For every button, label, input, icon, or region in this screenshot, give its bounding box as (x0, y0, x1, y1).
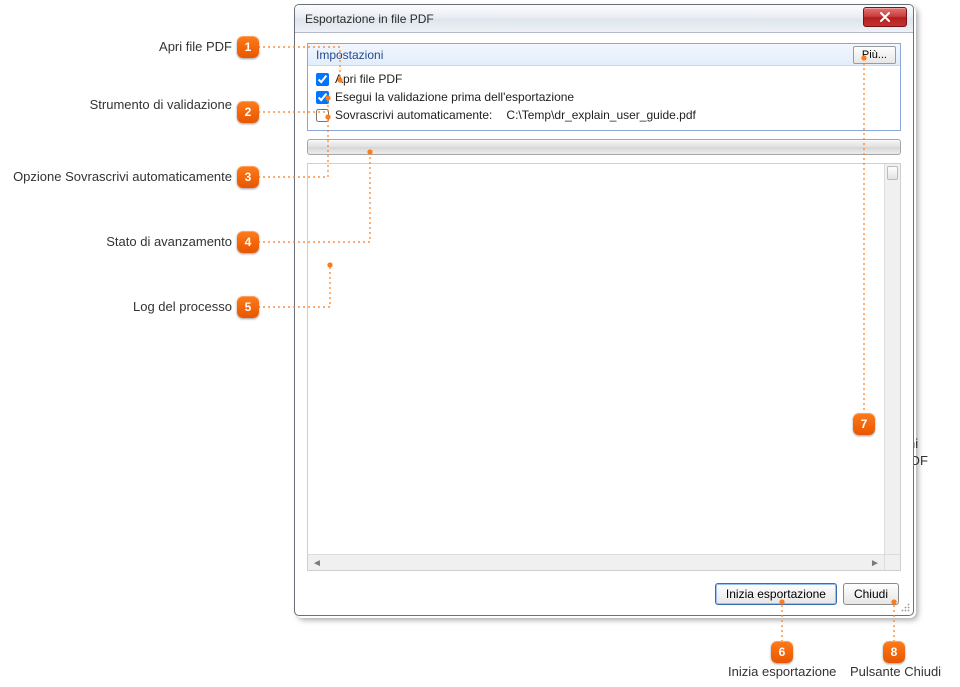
callout-marker-3: 3 (237, 166, 259, 188)
callout-label-1: Apri file PDF (12, 39, 232, 56)
window-close-button[interactable] (863, 7, 907, 27)
callout-marker-6: 6 (771, 641, 793, 663)
more-options-button[interactable]: Più... (853, 46, 896, 64)
overwrite-label: Sovrascrivi automaticamente: (335, 108, 492, 122)
callout-label-6: Inizia esportazione (728, 664, 836, 681)
callout-label-4: Stato di avanzamento (12, 234, 232, 251)
validate-label: Esegui la validazione prima dell'esporta… (335, 90, 574, 104)
validate-checkbox[interactable] (316, 91, 329, 104)
validate-row[interactable]: Esegui la validazione prima dell'esporta… (316, 88, 892, 106)
callout-marker-1: 1 (237, 36, 259, 58)
scroll-left-icon[interactable]: ◄ (310, 557, 324, 569)
callout-label-2: Strumento di validazione (12, 97, 232, 114)
titlebar[interactable]: Esportazione in file PDF (295, 5, 913, 33)
close-button[interactable]: Chiudi (843, 583, 899, 605)
settings-header: Impostazioni Più... (308, 44, 900, 66)
callout-label-3: Opzione Sovrascrivi automaticamente (12, 169, 232, 186)
callout-label-5: Log del processo (12, 299, 232, 316)
callout-marker-7: 7 (853, 413, 875, 435)
settings-title: Impostazioni (316, 48, 383, 62)
start-export-button[interactable]: Inizia esportazione (715, 583, 837, 605)
callout-marker-2: 2 (237, 101, 259, 123)
callout-label-8: Pulsante Chiudi (850, 664, 941, 681)
overwrite-path: C:\Temp\dr_explain_user_guide.pdf (506, 108, 695, 122)
settings-panel: Impostazioni Più... Apri file PDF Esegui… (307, 43, 901, 131)
scroll-up-button[interactable] (887, 166, 898, 180)
dialog-title: Esportazione in file PDF (305, 12, 434, 26)
log-area[interactable]: ◄ ► (307, 163, 901, 571)
log-vertical-scrollbar[interactable] (884, 164, 900, 554)
settings-body: Apri file PDF Esegui la validazione prim… (308, 66, 900, 130)
open-pdf-checkbox[interactable] (316, 73, 329, 86)
scroll-right-icon[interactable]: ► (868, 557, 882, 569)
log-horizontal-scrollbar[interactable]: ◄ ► (308, 554, 884, 570)
overwrite-row[interactable]: Sovrascrivi automaticamente: C:\Temp\dr_… (316, 106, 892, 124)
progress-bar (307, 139, 901, 155)
open-pdf-row[interactable]: Apri file PDF (316, 70, 892, 88)
callout-marker-4: 4 (237, 231, 259, 253)
dialog-body: Impostazioni Più... Apri file PDF Esegui… (295, 33, 913, 615)
open-pdf-label: Apri file PDF (335, 72, 402, 86)
dialog-button-row: Inizia esportazione Chiudi (307, 579, 901, 609)
callout-marker-8: 8 (883, 641, 905, 663)
close-icon (879, 12, 891, 22)
resize-grip-icon[interactable] (900, 602, 910, 612)
scrollbar-corner (884, 554, 900, 570)
callout-marker-5: 5 (237, 296, 259, 318)
overwrite-checkbox[interactable] (316, 109, 329, 122)
export-pdf-dialog: Esportazione in file PDF Impostazioni Pi… (294, 4, 914, 616)
